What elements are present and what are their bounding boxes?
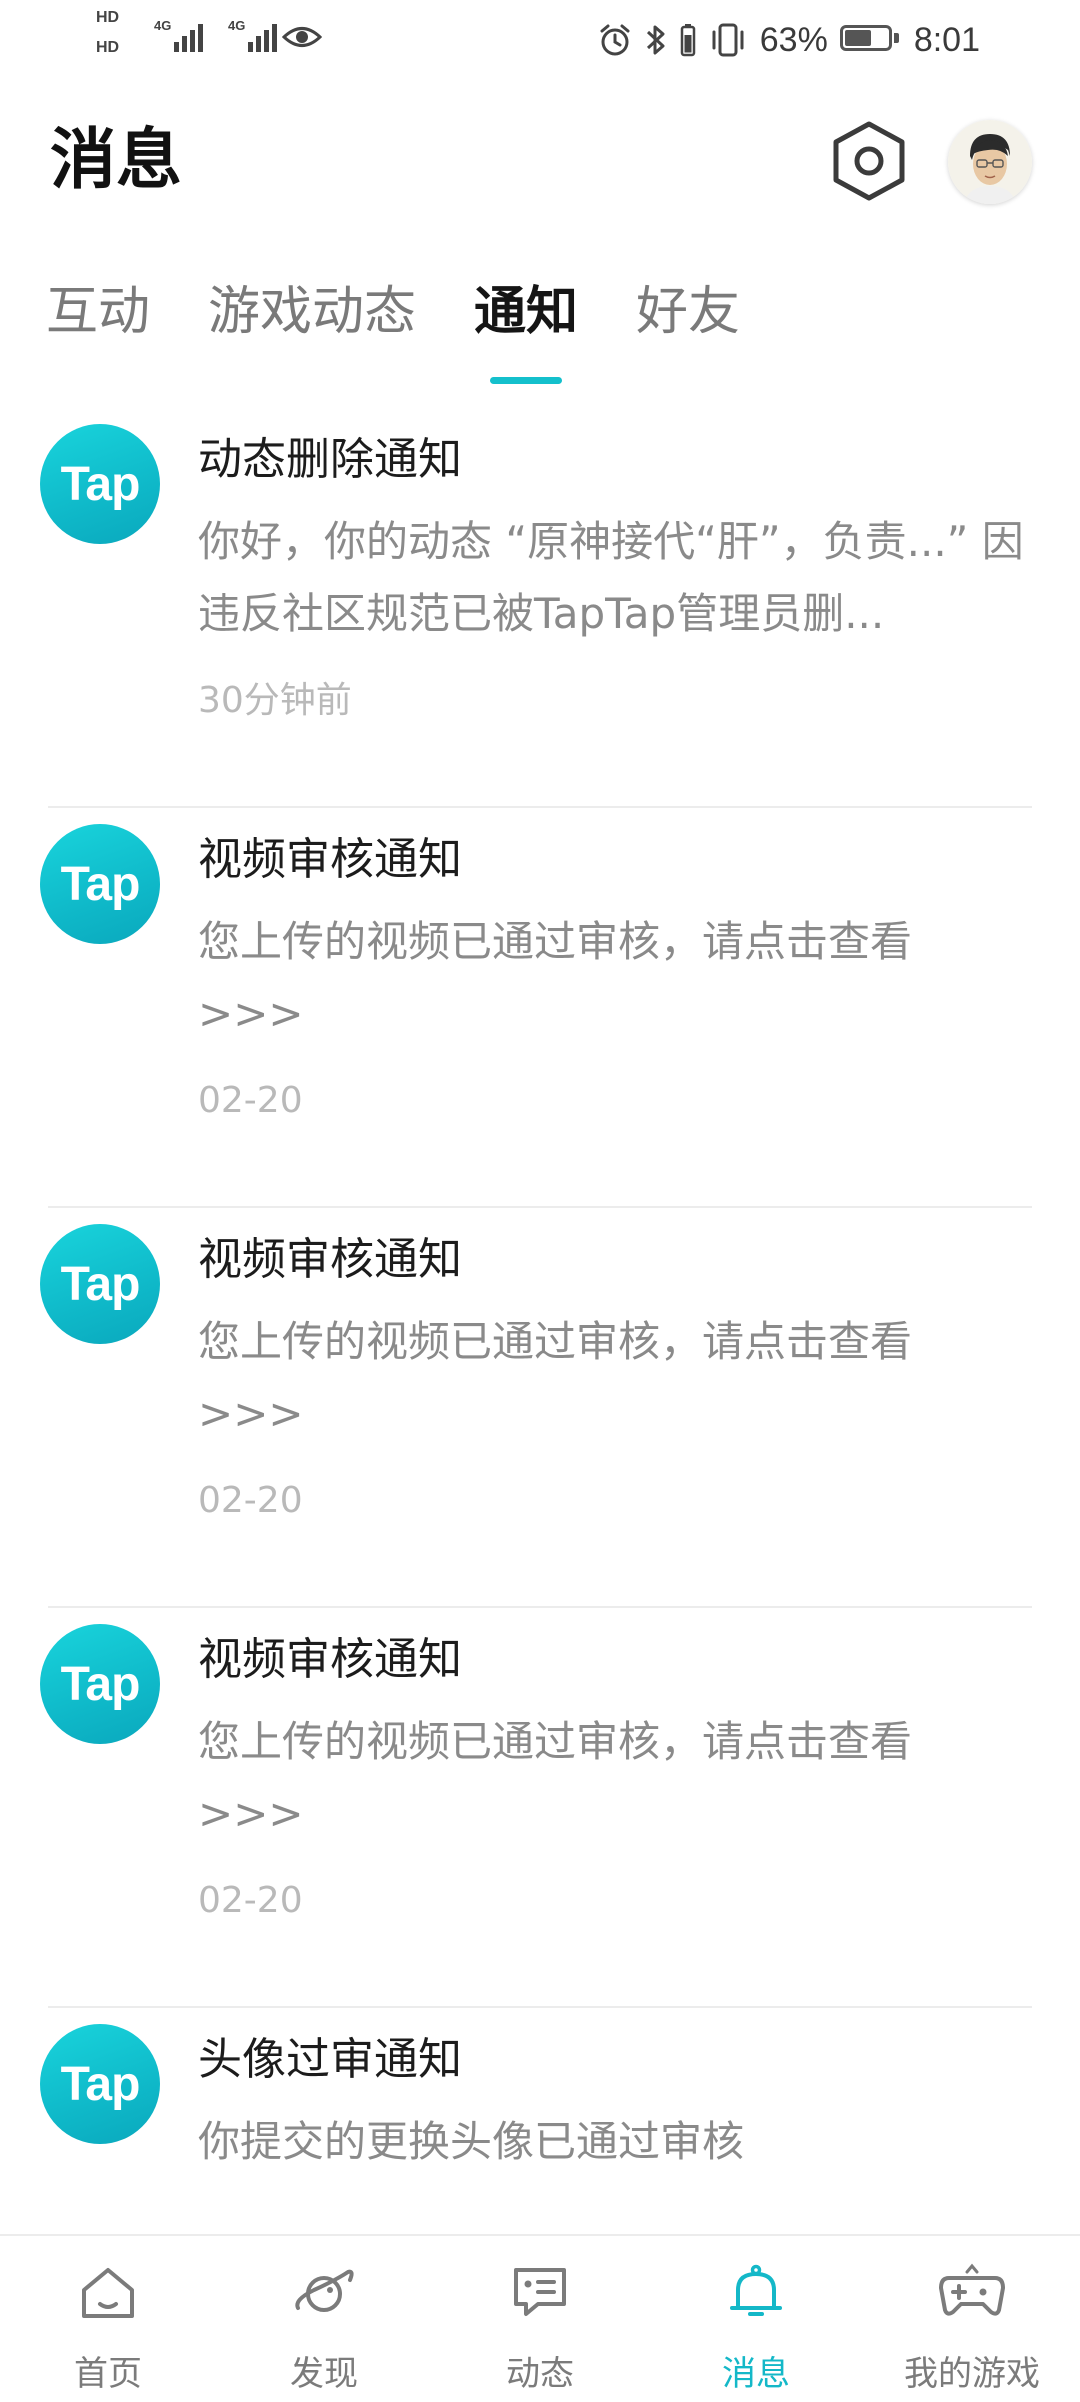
notification-item[interactable]: Tap 视频审核通知 您上传的视频已通过审核，请点击查看 >>> 02-20 bbox=[0, 1208, 1080, 1608]
nav-label: 我的游戏 bbox=[904, 2354, 1040, 2394]
status-bar: HD HD 4G 4G 63% 8:01 bbox=[0, 0, 1080, 80]
notification-title: 头像过审通知 bbox=[198, 2034, 462, 2085]
signal-bars-icon bbox=[248, 24, 277, 52]
nav-label: 发现 bbox=[290, 2354, 358, 2394]
nav-discover[interactable]: 发现 bbox=[216, 2236, 432, 2402]
gamepad-icon bbox=[939, 2263, 1005, 2316]
notification-time: 02-20 bbox=[198, 1080, 303, 1121]
active-tab-indicator bbox=[490, 377, 563, 384]
taptap-logo: Tap bbox=[40, 2024, 160, 2144]
logo-text: Tap bbox=[60, 1257, 141, 1311]
nav-label: 首页 bbox=[74, 2354, 142, 2394]
notification-time: 02-20 bbox=[198, 1480, 303, 1521]
cellular-signals: 4G 4G bbox=[154, 18, 284, 58]
tab-label: 好友 bbox=[636, 282, 741, 342]
settings-hexagon-icon bbox=[833, 121, 905, 201]
notification-item[interactable]: Tap 动态删除通知 你好，你的动态 “原神接代“肝”，负责...” 因违反社区… bbox=[0, 408, 1080, 808]
notification-time: 02-20 bbox=[198, 1880, 303, 1921]
tab-notifications[interactable]: 通知 bbox=[474, 272, 579, 384]
status-right: 63% 8:01 bbox=[598, 14, 980, 66]
hd-indicators: HD HD bbox=[96, 10, 146, 70]
signal-bars-icon bbox=[174, 24, 203, 52]
notification-item[interactable]: Tap 视频审核通知 您上传的视频已通过审核，请点击查看 >>> 02-20 bbox=[0, 808, 1080, 1208]
bell-icon bbox=[730, 2264, 782, 2316]
tab-friends[interactable]: 好友 bbox=[636, 272, 740, 372]
avatar[interactable] bbox=[948, 120, 1032, 204]
nav-feed[interactable]: 动态 bbox=[432, 2236, 648, 2402]
network-type-1: 4G bbox=[154, 18, 172, 33]
notification-list[interactable]: Tap 动态删除通知 你好，你的动态 “原神接代“肝”，负责...” 因违反社区… bbox=[0, 408, 1080, 2228]
nav-label: 动态 bbox=[506, 2354, 574, 2394]
bluetooth-icon bbox=[646, 25, 665, 55]
logo-text: Tap bbox=[60, 857, 141, 911]
chat-card-icon bbox=[514, 2268, 566, 2316]
notification-item[interactable]: Tap 视频审核通知 您上传的视频已通过审核，请点击查看 >>> 02-20 bbox=[0, 1608, 1080, 2008]
battery-fill bbox=[844, 30, 871, 46]
notification-title: 动态删除通知 bbox=[198, 434, 462, 485]
taptap-logo: Tap bbox=[40, 424, 160, 544]
logo-text: Tap bbox=[60, 457, 141, 511]
battery-percent: 63% bbox=[759, 20, 828, 59]
vibrate-icon bbox=[712, 23, 744, 57]
nav-messages[interactable]: 消息 bbox=[648, 2236, 864, 2402]
message-tabs: 互动 游戏动态 通知 好友 bbox=[46, 272, 798, 384]
notification-body: 您上传的视频已通过审核，请点击查看 >>> bbox=[198, 1717, 913, 1838]
signal-2: 4G bbox=[228, 18, 284, 54]
taptap-logo: Tap bbox=[40, 824, 160, 944]
taptap-logo: Tap bbox=[40, 1224, 160, 1344]
settings-button[interactable] bbox=[828, 118, 910, 204]
network-type-2: 4G bbox=[228, 18, 246, 33]
signal-1: 4G bbox=[154, 18, 210, 54]
logo-text: Tap bbox=[60, 2057, 141, 2111]
taptap-logo: Tap bbox=[40, 1624, 160, 1744]
page-title: 消息 bbox=[50, 121, 182, 198]
nav-my-games[interactable]: 我的游戏 bbox=[864, 2236, 1080, 2402]
notification-title: 视频审核通知 bbox=[198, 834, 462, 885]
notification-body: 你提交的更换头像已通过审核 bbox=[198, 2117, 745, 2166]
logo-text: Tap bbox=[60, 1657, 141, 1711]
notification-body: 您上传的视频已通过审核，请点击查看 >>> bbox=[198, 1317, 913, 1438]
notification-time: 30分钟前 bbox=[198, 680, 352, 721]
notification-title: 视频审核通知 bbox=[198, 1634, 462, 1685]
battery-icon bbox=[839, 25, 902, 55]
notification-body: 你好，你的动态 “原神接代“肝”，负责...” 因违反社区规范已被TapTap管… bbox=[198, 517, 1024, 638]
tab-interaction[interactable]: 互动 bbox=[46, 272, 150, 372]
tab-game-news[interactable]: 游戏动态 bbox=[208, 272, 416, 372]
hd-indicator-2: HD bbox=[96, 39, 120, 56]
tab-label: 游戏动态 bbox=[208, 282, 417, 342]
tab-label: 互动 bbox=[46, 282, 151, 342]
planet-icon bbox=[295, 2269, 354, 2312]
bottom-nav: 首页 发现 动态 消息 我的游戏 bbox=[0, 2234, 1080, 2402]
alarm-icon bbox=[600, 24, 630, 56]
notification-title: 视频审核通知 bbox=[198, 1234, 462, 1285]
tab-label: 通知 bbox=[474, 282, 579, 342]
notification-item[interactable]: Tap 头像过审通知 你提交的更换头像已通过审核 02-11 bbox=[0, 2008, 1080, 2228]
nav-label: 消息 bbox=[722, 2354, 790, 2394]
eye-comfort-icon bbox=[282, 27, 322, 47]
hd-indicator-1: HD bbox=[96, 9, 120, 26]
clock: 8:01 bbox=[913, 20, 980, 59]
nav-home[interactable]: 首页 bbox=[0, 2236, 216, 2402]
home-icon bbox=[82, 2268, 134, 2318]
notification-body: 您上传的视频已通过审核，请点击查看 >>> bbox=[198, 917, 913, 1038]
avatar-portrait-icon bbox=[948, 120, 1032, 204]
battery-small-icon bbox=[680, 24, 695, 57]
